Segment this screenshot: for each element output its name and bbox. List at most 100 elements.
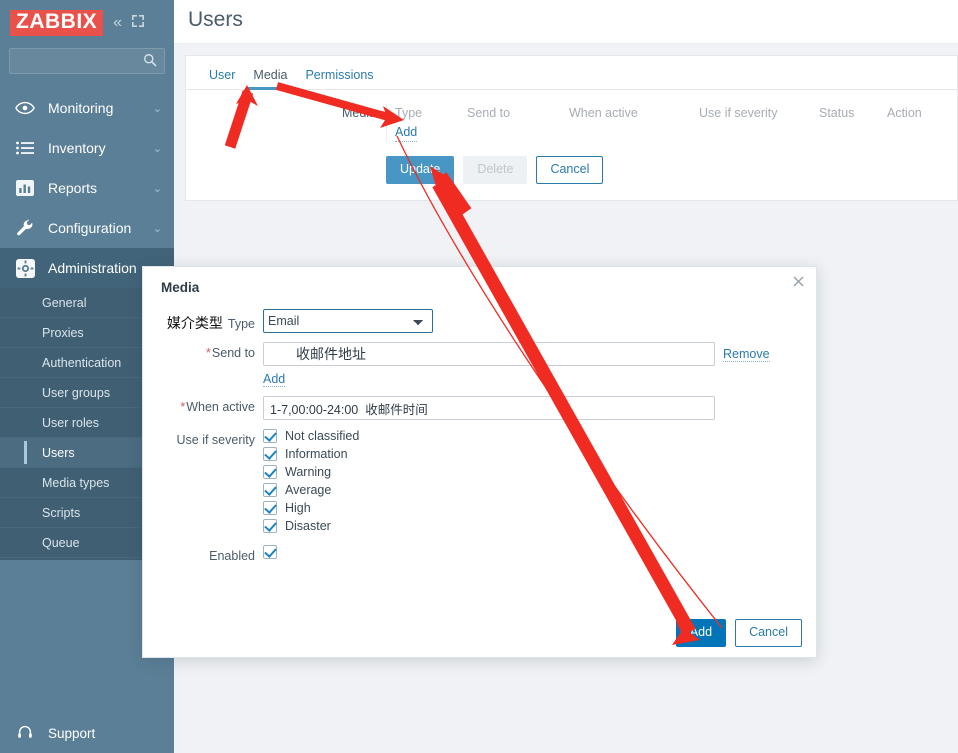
column-header-severity: Use if severity: [699, 106, 778, 120]
update-button[interactable]: Update: [386, 155, 455, 184]
checkbox-not-classified[interactable]: [263, 429, 277, 443]
sidebar-search-wrap: [0, 40, 174, 78]
checkbox-enabled[interactable]: [263, 545, 277, 559]
sidebar-subitem-label: Queue: [42, 535, 80, 550]
type-field-label-cn: 媒介类型: [166, 315, 223, 331]
send-to-add-control: Add: [263, 372, 798, 387]
dialog-cancel-button[interactable]: Cancel: [735, 619, 802, 647]
chevron-double-left-icon[interactable]: «: [113, 15, 122, 31]
sidebar-subitem-label: User groups: [42, 385, 111, 400]
form-tabs: User Media Permissions: [186, 56, 957, 90]
severity-label: Warning: [285, 465, 332, 479]
close-icon[interactable]: [790, 275, 806, 291]
send-to-remove-link[interactable]: Remove: [723, 347, 770, 362]
sidebar-support-label: Support: [48, 725, 96, 741]
delete-button: Delete: [463, 155, 528, 184]
media-type-select[interactable]: Email: [263, 309, 433, 333]
severity-label: Not classified: [285, 429, 360, 443]
sidebar-footer: Support: [0, 713, 174, 753]
sidebar-subitem-label: Proxies: [42, 325, 84, 340]
severity-checkbox-group: Not classified Information Warning Avera…: [263, 429, 798, 533]
send-to-input[interactable]: [263, 342, 715, 366]
tab-user[interactable]: User: [200, 68, 244, 89]
column-header-action: Action: [887, 106, 922, 120]
cancel-button[interactable]: Cancel: [536, 155, 604, 184]
sidebar-subitem-label: Authentication: [42, 355, 122, 370]
checkbox-warning[interactable]: [263, 465, 277, 479]
use-if-severity-label: Use if severity: [176, 433, 256, 447]
checkbox-high[interactable]: [263, 501, 277, 515]
field-row-send-to: *Send to Remove: [153, 342, 798, 366]
tab-permissions[interactable]: Permissions: [296, 68, 382, 89]
field-row-enabled: Enabled: [153, 545, 798, 563]
dialog-add-button[interactable]: Add: [675, 619, 727, 647]
sidebar-item-label: Inventory: [48, 140, 106, 156]
tab-media[interactable]: Media: [244, 68, 296, 90]
enabled-field-control: [263, 545, 798, 559]
media-table-wrap: Type Send to When active Use if severity…: [386, 104, 957, 142]
page-header: Users: [174, 0, 958, 44]
type-field-label-en: Type: [227, 317, 255, 331]
media-table: Type Send to When active Use if severity…: [386, 104, 957, 142]
severity-item-not-classified[interactable]: Not classified: [263, 429, 359, 443]
search-input[interactable]: [10, 49, 164, 73]
chevron-down-icon[interactable]: ⌄: [153, 142, 162, 155]
media-dialog-title: Media: [161, 280, 200, 295]
sidebar-item-label: Configuration: [48, 220, 132, 236]
media-add-link[interactable]: Add: [395, 125, 418, 142]
headset-icon: [14, 725, 36, 741]
zabbix-logo[interactable]: ZABBIX: [10, 10, 104, 36]
sidebar-item-label: Reports: [48, 180, 98, 196]
type-field-control: Email: [263, 309, 798, 333]
required-marker: *: [206, 346, 211, 360]
wrench-icon: [14, 217, 36, 239]
checkbox-information[interactable]: [263, 447, 277, 461]
sidebar-item-configuration[interactable]: Configuration ⌄: [0, 208, 174, 248]
severity-label: Information: [285, 447, 348, 461]
user-form-card: User Media Permissions Media Type Send t…: [185, 55, 958, 201]
column-header-when-active: When active: [569, 106, 638, 120]
sidebar-item-reports[interactable]: Reports ⌄: [0, 168, 174, 208]
chevron-down-icon[interactable]: ⌄: [153, 182, 162, 195]
media-form-row: Media Type Send to When active Use if se…: [186, 90, 957, 142]
when-active-field-control: [263, 396, 798, 420]
chevron-down-icon[interactable]: ⌄: [153, 222, 162, 235]
search-box[interactable]: [9, 48, 165, 74]
field-row-use-if-severity: Use if severity Not classified Informati…: [153, 429, 798, 533]
sidebar-header: ZABBIX «: [0, 0, 174, 40]
when-active-field-label: *When active: [153, 396, 263, 414]
media-dialog-footer: Add Cancel: [675, 619, 802, 647]
severity-item-average[interactable]: Average: [263, 483, 359, 497]
column-header-type: Type: [395, 106, 423, 120]
compact-view-icon[interactable]: [131, 14, 145, 32]
sidebar-item-inventory[interactable]: Inventory ⌄: [0, 128, 174, 168]
media-dialog: Media 媒介类型 Type Email *Send to 收邮件地址 Rem…: [142, 266, 817, 658]
sidebar-item-monitoring[interactable]: Monitoring ⌄: [0, 88, 174, 128]
required-marker: *: [180, 400, 186, 414]
send-to-field-control: Remove: [263, 342, 798, 366]
column-header-send-to: Send to: [467, 106, 511, 120]
sidebar-subitem-label: Scripts: [42, 505, 81, 520]
field-row-when-active: *When active: [153, 396, 798, 420]
when-active-input[interactable]: [263, 396, 715, 420]
send-to-add-spacer: [153, 372, 263, 387]
send-to-field-label: *Send to: [153, 342, 263, 360]
send-to-add-link[interactable]: Add: [263, 372, 286, 387]
page-title: Users: [188, 8, 243, 31]
severity-item-warning[interactable]: Warning: [263, 465, 359, 479]
severity-item-high[interactable]: High: [263, 501, 359, 515]
sidebar-subitem-label: User roles: [42, 415, 99, 430]
media-dialog-header: Media: [143, 267, 816, 303]
checkbox-disaster[interactable]: [263, 519, 277, 533]
severity-item-information[interactable]: Information: [263, 447, 359, 461]
severity-label: Disaster: [285, 519, 331, 533]
form-button-row: Update Delete Cancel: [186, 142, 957, 200]
checkbox-average[interactable]: [263, 483, 277, 497]
gear-icon: [14, 257, 36, 279]
column-header-status: Status: [819, 106, 855, 120]
sidebar-item-support[interactable]: Support: [0, 713, 174, 753]
severity-item-disaster[interactable]: Disaster: [263, 519, 359, 533]
send-to-label-text: Send to: [211, 346, 255, 360]
chevron-down-icon[interactable]: ⌄: [153, 102, 162, 115]
enabled-field-label: Enabled: [209, 549, 255, 563]
